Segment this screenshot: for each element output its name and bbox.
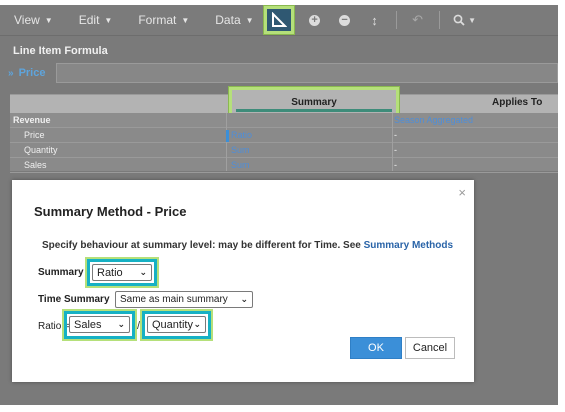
row-applies-to: - [394,145,397,155]
remove-button[interactable]: − [332,7,358,33]
summary-method-button[interactable] [263,6,294,34]
toolbar-divider [438,11,440,29]
cancel-button[interactable]: Cancel [405,337,455,359]
column-divider [226,113,227,171]
menu-format-label: Format [138,13,177,27]
table-row[interactable]: Sales Sum - [10,158,558,173]
chevron-down-icon: ▼ [468,15,476,25]
vertical-arrows-icon: ↕ [371,12,378,28]
column-header-summary-label: Summary [291,96,337,108]
minus-icon: − [339,14,351,26]
menu-view-label: View [14,13,40,27]
ratio-numerator-select[interactable]: Sales ⌄ [69,316,130,333]
selected-cell-marker [226,130,229,142]
row-name: Price [24,130,45,140]
chevron-down-icon: ▼ [104,15,113,25]
ratio-denominator-value: Quantity [152,318,193,331]
row-name: Sales [24,160,47,170]
search-icon [453,14,465,26]
formula-line-item-name: Price [18,67,46,79]
chevron-down-icon: ⌄ [139,267,147,277]
ratio-divider: / [137,320,141,332]
grid-body: Revenue Season Aggregated Price Ratio - … [10,113,558,173]
time-summary-select-value: Same as main summary [120,294,228,305]
chevron-down-icon: ▼ [44,15,53,25]
chevron-down-icon: ⌄ [193,319,201,329]
ratio-numerator-value: Sales [74,318,102,331]
table-row[interactable]: Price Ratio - [10,128,558,143]
summary-select-value: Ratio [97,266,123,279]
time-summary-label: Time Summary [38,294,110,305]
summary-method-icon [271,12,287,27]
summary-select[interactable]: Ratio ⌄ [92,264,152,281]
chevron-down-icon: ▼ [245,15,254,25]
undo-icon: ↶ [412,12,423,27]
table-row[interactable]: Quantity Sum - [10,143,558,158]
add-button[interactable]: + [302,7,328,33]
row-name: Quantity [24,145,58,155]
search-button[interactable]: ▼ [448,7,482,33]
dialog-title: Summary Method - Price [34,204,187,219]
menu-edit-label: Edit [78,13,100,27]
chevron-down-icon: ▼ [181,15,190,25]
row-applies-to: - [394,160,397,170]
row-summary: Ratio [231,130,253,140]
row-summary: Sum [231,145,250,155]
app-window: View ▼ Edit ▼ Format ▼ Data ▼ + − ↕ ↶ ▼ … [0,0,565,412]
row-applies-to: - [394,130,397,140]
ratio-denominator-select[interactable]: Quantity ⌄ [147,316,206,333]
column-selected-indicator [236,109,392,112]
menu-data-label: Data [215,13,241,27]
chevron-down-icon: ⌄ [117,319,125,329]
toolbar: View ▼ Edit ▼ Format ▼ Data ▼ + − ↕ ↶ ▼ [0,5,558,36]
table-row[interactable]: Revenue Season Aggregated [10,113,558,128]
ok-button[interactable]: OK [350,337,402,359]
row-name: Revenue [13,115,51,125]
summary-method-dialog: × Summary Method - Price Specify behavio… [12,180,474,382]
double-chevron-down-icon[interactable]: » [8,68,14,79]
column-divider [392,113,393,171]
menu-format[interactable]: Format ▼ [138,13,189,27]
dialog-description-text: Specify behaviour at summary level: may … [42,240,361,251]
close-icon[interactable]: × [458,185,466,200]
menu-data[interactable]: Data ▼ [215,13,253,27]
undo-button[interactable]: ↶ [405,7,431,33]
dialog-description: Specify behaviour at summary level: may … [42,240,453,251]
summary-label: Summary [38,267,84,278]
formula-bar: » Price [8,63,558,83]
panel-title: Line Item Formula [13,45,108,57]
sort-button[interactable]: ↕ [362,7,388,33]
row-summary: Sum [231,160,250,170]
toolbar-divider [395,11,397,29]
row-applies-to: Season Aggregated [394,115,474,125]
menu-view[interactable]: View ▼ [14,13,53,27]
plus-icon: + [309,14,321,26]
formula-input[interactable] [56,63,558,83]
time-summary-select[interactable]: Same as main summary ⌄ [115,291,253,308]
summary-methods-link[interactable]: Summary Methods [364,240,453,251]
menu-edit[interactable]: Edit ▼ [79,13,113,27]
column-header-applies-to[interactable]: Applies To [492,97,542,108]
chevron-down-icon: ⌄ [240,294,248,304]
